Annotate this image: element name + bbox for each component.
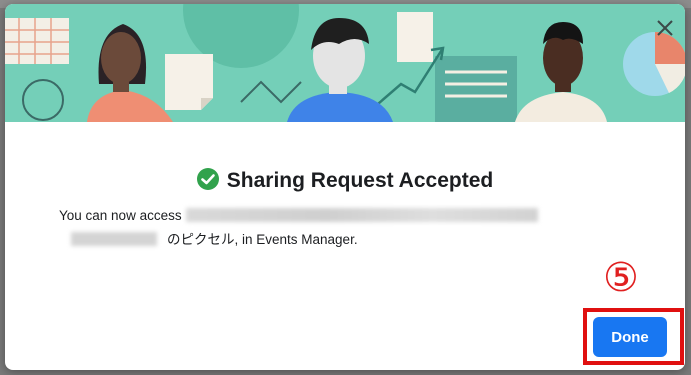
redacted-pixel-id [71,232,157,246]
dialog-title: Sharing Request Accepted [5,168,685,196]
person-center-graphic [287,18,393,122]
people-illustration [5,4,685,122]
dialog-message: You can now access のピクセル, in Events Mana… [59,204,579,252]
check-circle-icon [196,168,219,196]
calendar-graphic [5,18,69,64]
person-left-graphic [87,24,173,122]
done-button[interactable]: Done [593,317,667,357]
message-suffix: のピクセル, in Events Manager. [167,232,358,247]
person-right-graphic [515,22,607,122]
dialog-title-text: Sharing Request Accepted [226,169,494,192]
step-number-annotation: ⑤ [603,255,639,301]
close-button[interactable] [655,18,675,38]
message-prefix: You can now access [59,208,182,223]
redacted-business-name [185,208,538,222]
hero-illustration [5,4,685,122]
close-icon [657,20,673,36]
